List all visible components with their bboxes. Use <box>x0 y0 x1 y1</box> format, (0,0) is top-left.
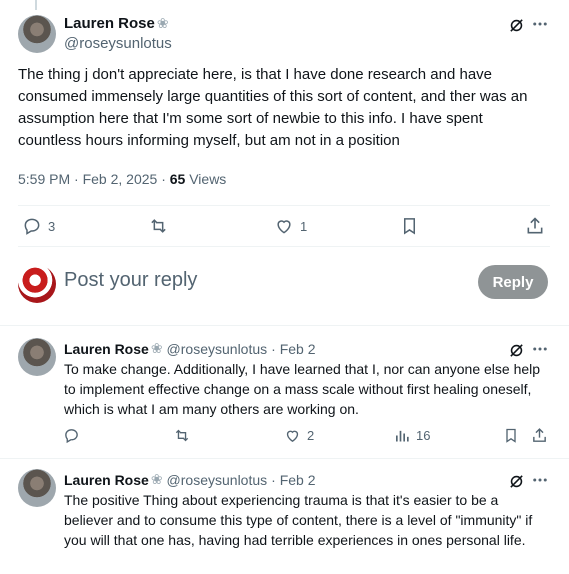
share-icon <box>527 217 543 234</box>
like-count: 1 <box>300 218 308 234</box>
reply-author-name[interactable]: Lauren Rose <box>64 341 149 357</box>
divider <box>0 325 569 326</box>
reply-author-avatar[interactable] <box>18 469 56 507</box>
views-action[interactable]: 16 <box>394 427 430 444</box>
reply-input[interactable]: Post your reply <box>64 269 197 292</box>
grok-icon[interactable] <box>506 471 526 491</box>
bookmark-action[interactable] <box>503 427 519 444</box>
author-handle[interactable]: @roseysunlotus <box>64 35 172 52</box>
reply-icon <box>65 429 78 444</box>
like-count: 2 <box>307 428 315 443</box>
views-label: Views <box>185 171 227 187</box>
repost-icon <box>151 219 166 233</box>
reply-author-avatar[interactable] <box>18 338 56 376</box>
repost-action[interactable] <box>173 427 197 444</box>
reply-author-name[interactable]: Lauren Rose <box>64 472 149 488</box>
more-icon[interactable] <box>530 470 550 490</box>
post-time[interactable]: 5:59 PM · Feb 2, 2025 · <box>18 171 170 187</box>
lotus-badge-icon: ❀ <box>150 471 163 487</box>
reply-icon <box>24 218 40 235</box>
more-icon[interactable] <box>530 14 550 34</box>
grok-icon[interactable] <box>506 340 526 360</box>
reply-button[interactable]: Reply <box>478 265 548 299</box>
post-meta: 5:59 PM · Feb 2, 2025 · 65 Views <box>18 171 226 187</box>
more-icon[interactable] <box>530 339 550 359</box>
thread-connector-line <box>35 0 37 10</box>
share-action[interactable] <box>531 427 548 444</box>
view-count: 65 <box>169 171 186 187</box>
like-action[interactable]: 1 <box>274 216 307 236</box>
tweet-thread: Lauren Rose ❀ @roseysunlotus The thing j… <box>0 0 569 574</box>
reply-text: To make change. Additionally, I have lea… <box>64 361 541 417</box>
divider <box>18 205 550 206</box>
reply-date[interactable]: · Feb 2 <box>271 472 315 488</box>
author-name-row: Lauren Rose ❀ <box>64 15 169 32</box>
like-icon <box>286 430 299 442</box>
view-count: 16 <box>416 428 431 443</box>
grok-icon[interactable] <box>506 15 526 35</box>
lotus-badge-icon: ❀ <box>156 15 169 31</box>
repost-action[interactable] <box>148 216 175 236</box>
share-icon <box>533 428 546 442</box>
reply-action[interactable]: 3 <box>22 216 55 236</box>
reply-date[interactable]: · Feb 2 <box>271 341 315 357</box>
reply-text: The positive Thing about experiencing tr… <box>64 492 533 548</box>
bookmark-action[interactable] <box>400 216 419 236</box>
share-action[interactable] <box>525 216 545 236</box>
divider <box>18 246 550 247</box>
reply-count: 3 <box>48 218 56 234</box>
author-avatar[interactable] <box>18 15 56 53</box>
lotus-badge-icon: ❀ <box>150 340 163 356</box>
like-action[interactable]: 2 <box>284 427 314 444</box>
reply-action[interactable] <box>63 427 86 444</box>
divider <box>0 458 569 459</box>
reply-header: Lauren Rose ❀ @roseysunlotus · Feb 2 <box>64 340 316 357</box>
bookmark-icon <box>403 218 416 235</box>
reply-header: Lauren Rose ❀ @roseysunlotus · Feb 2 <box>64 471 316 488</box>
current-user-avatar[interactable] <box>18 265 56 303</box>
bookmark-icon <box>506 428 516 443</box>
post-text: The thing j don't appreciate here, is th… <box>18 66 528 149</box>
reply-author-handle[interactable]: @roseysunlotus <box>167 341 268 357</box>
like-icon <box>277 220 291 234</box>
views-icon <box>396 430 409 442</box>
repost-icon <box>175 429 189 442</box>
author-name[interactable]: Lauren Rose <box>64 15 155 32</box>
reply-author-handle[interactable]: @roseysunlotus <box>167 472 268 488</box>
